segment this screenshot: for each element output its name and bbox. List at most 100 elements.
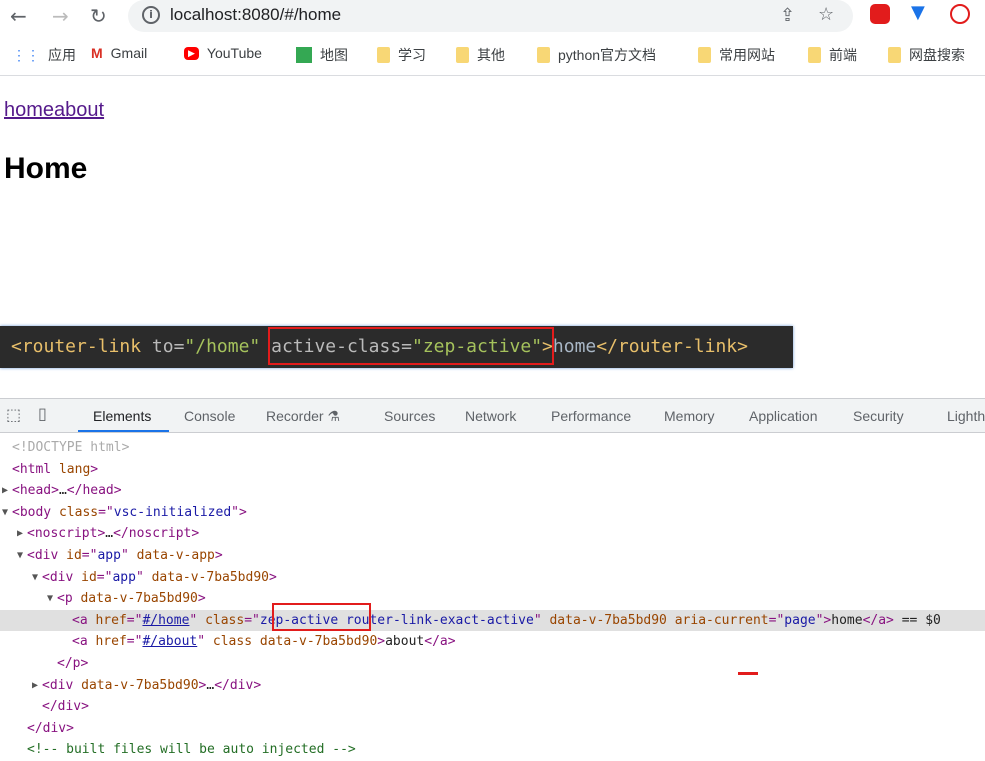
tab-lighthouse[interactable]: Lighth: [947, 408, 985, 424]
browser-toolbar: ← → ↻ i localhost:8080/#/home ⇪ ☆ ▼: [0, 0, 985, 36]
collapse-triangle-icon[interactable]: ▼: [17, 545, 23, 567]
tab-sources[interactable]: Sources: [384, 408, 435, 424]
vpn-icon[interactable]: ▼: [911, 2, 925, 23]
device-toolbar-icon[interactable]: ▯: [38, 404, 47, 423]
media-icon[interactable]: [950, 4, 970, 24]
dom-token: href: [95, 634, 127, 650]
dom-node-line[interactable]: ▼ <p data-v-7ba5bd90>: [0, 588, 985, 610]
highlight-box: [268, 327, 554, 365]
bookmark-folder[interactable]: 其他: [456, 45, 505, 65]
tab-application[interactable]: Application: [749, 408, 818, 424]
reload-icon[interactable]: ↻: [90, 4, 107, 28]
collapse-triangle-icon[interactable]: ▼: [2, 502, 8, 524]
dom-token: == $0: [893, 612, 941, 628]
info-icon[interactable]: i: [142, 6, 160, 24]
bookmark-folder[interactable]: python官方文档: [537, 45, 656, 65]
dom-token: ": [533, 612, 550, 628]
bookmark-label: Gmail: [110, 45, 148, 61]
bookmark-apps[interactable]: ⋮⋮ 应用: [12, 45, 76, 65]
devtools-tabbar: ⬚ ▯ Elements Console Recorder ⚗ Sources …: [0, 398, 985, 433]
dom-token: lang: [58, 461, 91, 477]
address-bar[interactable]: i localhost:8080/#/home ⇪ ☆: [128, 0, 853, 32]
bookmark-youtube[interactable]: ▶ YouTube: [184, 45, 262, 61]
back-icon[interactable]: ←: [10, 4, 27, 28]
dom-token: ": [120, 547, 137, 563]
dom-token: data-v-7ba5bd90: [81, 677, 199, 693]
bookmark-folder[interactable]: 前端: [808, 45, 857, 65]
dom-node-line[interactable]: ▶ <head>…</head>: [0, 480, 985, 502]
bookmark-label: 学习: [398, 47, 426, 63]
dom-node-line[interactable]: ▶ <div data-v-7ba5bd90>…</div>: [0, 675, 985, 697]
tab-performance[interactable]: Performance: [551, 408, 631, 424]
bookmark-label: 应用: [48, 47, 76, 63]
dom-node-line[interactable]: ▼ <div id="app" data-v-7ba5bd90>: [0, 567, 985, 589]
dom-token: ": [135, 569, 152, 585]
bookmark-star-icon[interactable]: ☆: [818, 4, 834, 25]
share-icon[interactable]: ⇪: [780, 5, 795, 26]
dom-token: =": [244, 612, 260, 628]
adblock-icon[interactable]: [870, 4, 890, 24]
dom-token: about: [385, 634, 425, 650]
bookmark-label: 其他: [477, 47, 505, 63]
bookmark-maps[interactable]: 地图: [296, 45, 348, 65]
dom-node-line[interactable]: <!DOCTYPE html>: [0, 437, 985, 459]
collapse-triangle-icon[interactable]: ▼: [47, 588, 53, 610]
dom-token[interactable]: #/about: [142, 634, 197, 649]
dom-node-line[interactable]: </div>: [0, 718, 985, 740]
forward-icon[interactable]: →: [52, 4, 69, 28]
tab-security[interactable]: Security: [853, 408, 904, 424]
expand-triangle-icon[interactable]: ▶: [17, 523, 23, 545]
dom-node-line[interactable]: <!-- built files will be auto injected -…: [0, 739, 985, 761]
tab-label: Recorder: [266, 408, 324, 424]
nav-links[interactable]: homeabout: [4, 99, 104, 122]
expand-triangle-icon[interactable]: ▶: [2, 480, 8, 502]
code-text: home: [552, 336, 597, 357]
dom-token: </div>: [214, 677, 262, 693]
dom-token: =": [96, 569, 113, 585]
dom-token: href: [95, 612, 127, 628]
dom-token: …: [58, 483, 67, 499]
dom-token: <!-- built files will be auto injected -…: [27, 742, 356, 758]
collapse-triangle-icon[interactable]: ▼: [32, 567, 38, 589]
tab-elements[interactable]: Elements: [93, 408, 151, 424]
expand-triangle-icon[interactable]: ▶: [32, 675, 38, 697]
bookmark-folder[interactable]: 网盘搜索: [888, 45, 965, 65]
dom-token: <p: [57, 591, 81, 607]
dom-token: <head>: [12, 483, 59, 499]
bookmark-folder[interactable]: 学习: [377, 45, 426, 65]
dom-token: app: [112, 569, 136, 585]
tab-network[interactable]: Network: [465, 408, 516, 424]
code-tag: </router-link>: [596, 336, 748, 357]
dom-token: <div: [42, 569, 82, 585]
tab-console[interactable]: Console: [184, 408, 235, 424]
dom-token: data-v-7ba5bd90 aria-current: [549, 612, 769, 628]
inspect-icon[interactable]: ⬚: [6, 405, 21, 424]
dom-node-line[interactable]: <a href="#/about" class data-v-7ba5bd90>…: [0, 631, 985, 653]
dom-node-line[interactable]: ▼ <div id="app" data-v-app>: [0, 545, 985, 567]
url-text[interactable]: localhost:8080/#/home: [170, 5, 341, 25]
dom-token: <body: [12, 504, 59, 520]
code-value: "/home": [184, 336, 261, 357]
dom-token: <!DOCTYPE html>: [12, 440, 130, 455]
dom-node-line[interactable]: <a href="#/home" class="zep-active route…: [0, 609, 985, 632]
dom-token[interactable]: #/home: [142, 613, 189, 628]
tab-recorder[interactable]: Recorder ⚗: [266, 408, 340, 425]
dom-token: home: [831, 612, 863, 628]
maps-icon: [296, 47, 312, 63]
dom-token: page: [784, 612, 816, 628]
bookmark-label: python官方文档: [558, 47, 657, 63]
dom-node-line[interactable]: <html lang>: [0, 459, 985, 481]
code-tag: <router-link: [11, 336, 152, 357]
bookmark-gmail[interactable]: M Gmail: [91, 45, 147, 61]
folder-icon: [377, 47, 390, 63]
bookmark-folder[interactable]: 常用网站: [698, 45, 775, 65]
dom-token: vsc-initialized: [113, 504, 232, 520]
folder-icon: [888, 47, 901, 63]
dom-token: =": [768, 612, 785, 628]
tab-memory[interactable]: Memory: [664, 408, 715, 424]
dom-node-line[interactable]: </div>: [0, 696, 985, 718]
dom-node-line[interactable]: ▶ <noscript>…</noscript>: [0, 523, 985, 545]
gmail-icon: M: [91, 45, 103, 61]
dom-node-line[interactable]: ▼ <body class="vsc-initialized">: [0, 502, 985, 524]
dom-node-line[interactable]: </p>: [0, 653, 985, 675]
